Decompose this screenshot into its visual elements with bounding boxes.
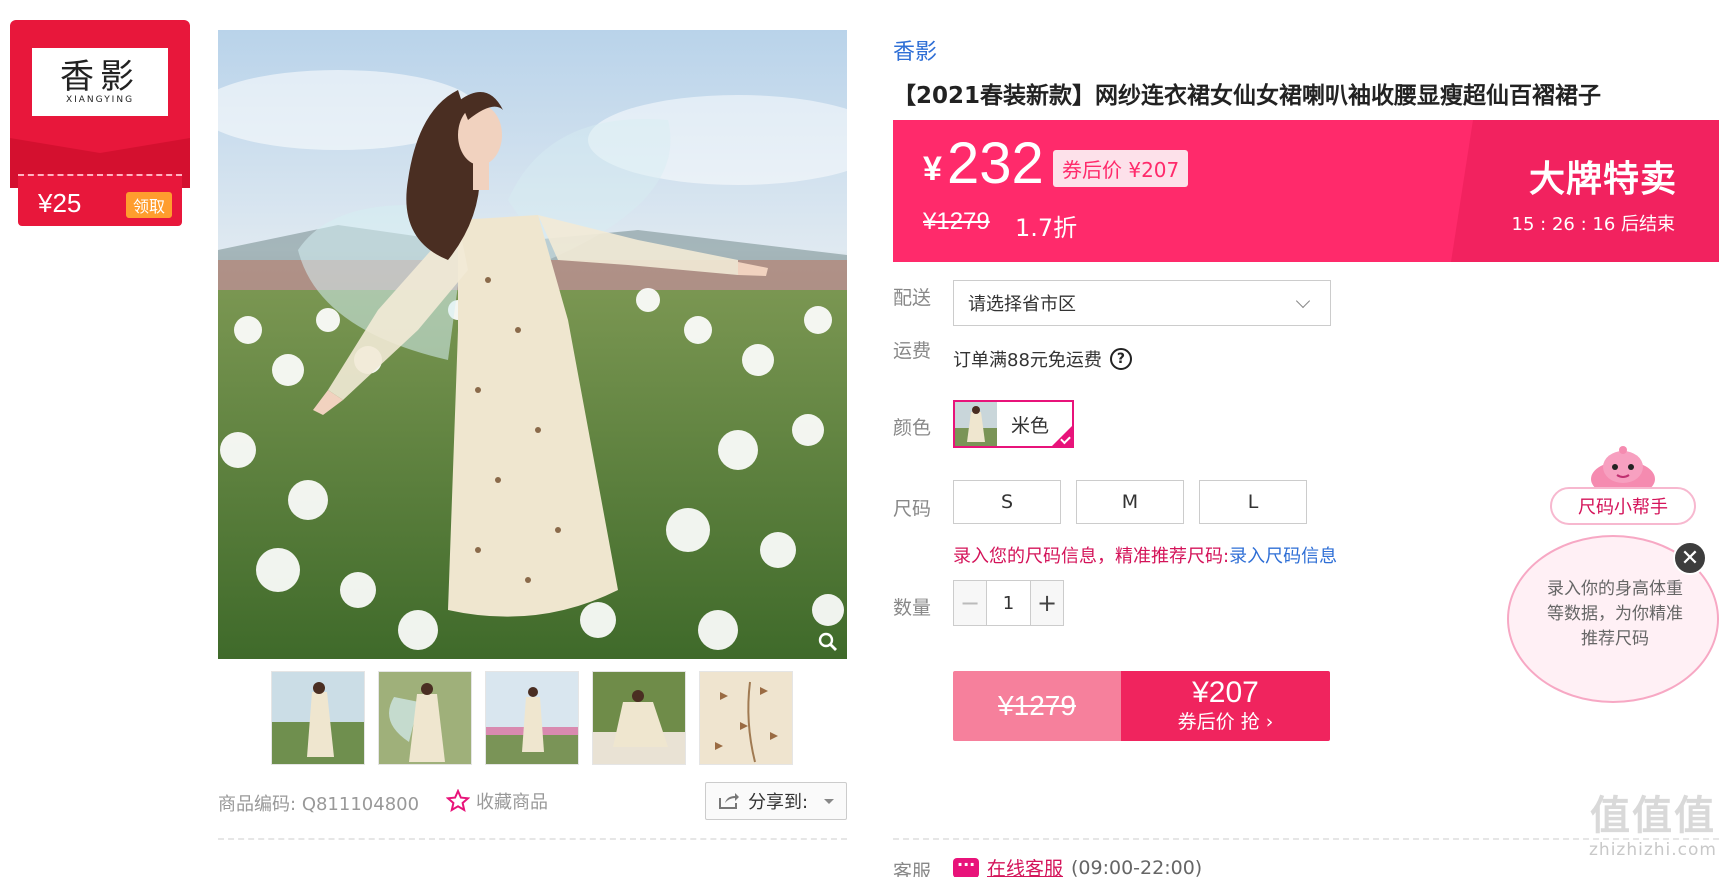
thumbnail-2[interactable]	[378, 671, 472, 765]
shop-coupon[interactable]: 香影 XIANGYING ¥25 领取	[10, 20, 190, 226]
brand-link[interactable]: 香影	[893, 34, 937, 66]
coupon-footer: ¥25 领取	[18, 174, 182, 226]
share-icon	[719, 793, 739, 809]
chat-icon	[953, 856, 979, 877]
sku-label: 商品编码:	[218, 794, 297, 815]
shipping-label: 配送	[893, 287, 932, 309]
divider	[218, 838, 847, 840]
original-price: ¥1279	[923, 208, 990, 235]
product-title: 【2021春装新款】网纱连衣裙女仙女裙喇叭袖收腰显瘦超仙百褶裙子	[893, 83, 1602, 109]
watermark-logo: 值值值	[1590, 793, 1716, 839]
share-label: 分享到:	[748, 792, 809, 813]
thumbnail-4[interactable]	[592, 671, 686, 765]
countdown-timer: 15 : 26 : 16 后结束	[1511, 214, 1675, 235]
product-photo	[218, 30, 847, 659]
price-banner: ¥ 232 券后价 ¥207 ¥1279 1.7折 大牌特卖 15 : 26 :…	[893, 120, 1719, 262]
sku-code: 商品编码: Q811104800	[218, 790, 419, 816]
help-icon[interactable]: ?	[1109, 348, 1132, 370]
size-helper-button[interactable]: 尺码小帮手	[1550, 487, 1696, 525]
thumbnail-1[interactable]	[271, 671, 365, 765]
chevron-down-icon	[824, 798, 835, 804]
buy-action-label: 券后价 抢 ›	[1177, 711, 1274, 733]
thumbnail-3[interactable]	[485, 671, 579, 765]
size-hint: 录入您的尺码信息，精准推荐尺码:录入尺码信息	[953, 542, 1337, 568]
site-watermark: 值值值 zhizhizhi.com	[1578, 792, 1728, 860]
color-option-label: 米色	[1011, 414, 1050, 437]
color-label: 颜色	[893, 417, 932, 439]
brand-logo-cn: 香影	[60, 57, 140, 97]
region-select[interactable]: 请选择省市区	[953, 280, 1331, 326]
freight-label: 运费	[893, 340, 932, 362]
buy-coupon-price: ¥207	[1192, 676, 1259, 709]
size-label: 尺码	[893, 498, 932, 520]
quantity-stepper: − 1 +	[953, 580, 1064, 626]
discount-rate: 1.7折	[1015, 214, 1078, 242]
enter-size-link[interactable]: 录入尺码信息	[1229, 546, 1337, 567]
product-main-image[interactable]	[218, 30, 847, 659]
size-helper-widget: 尺码小帮手 录入你的身高体重等数据，为你精准推荐尺码 ✕	[1503, 445, 1719, 707]
region-select-value: 请选择省市区	[968, 294, 1076, 315]
size-hint-text: 录入您的尺码信息，精准推荐尺码:	[953, 546, 1230, 567]
close-icon[interactable]: ✕	[1673, 541, 1707, 575]
freight-info: 订单满88元免运费 ?	[953, 346, 1132, 372]
watermark-url: zhizhizhi.com	[1589, 840, 1717, 860]
favorite-label: 收藏商品	[476, 792, 548, 813]
size-options: S M L	[953, 480, 1307, 524]
thumbnail-strip	[271, 671, 793, 765]
brand-logo-en: XIANGYING	[65, 95, 135, 105]
brand-logo: 香影 XIANGYING	[32, 48, 168, 116]
selected-check-icon	[1051, 425, 1072, 446]
sku-value: Q811104800	[301, 794, 420, 815]
share-dropdown[interactable]: 分享到:	[705, 782, 847, 820]
quantity-increase-button[interactable]: +	[1031, 581, 1063, 625]
coupon-claim-button[interactable]: 领取	[126, 192, 173, 218]
size-option-l[interactable]: L	[1199, 480, 1307, 524]
color-option-beige[interactable]: 米色	[953, 400, 1074, 448]
buy-button[interactable]: ¥1279 ¥207 券后价 抢 ›	[953, 671, 1330, 741]
coupon-price-badge: 券后价 ¥207	[1053, 150, 1189, 187]
buy-coupon-action[interactable]: ¥207 券后价 抢 ›	[1121, 671, 1330, 741]
buy-original-price: ¥1279	[953, 671, 1121, 741]
customer-service: 在线客服 (09:00-22:00)	[953, 854, 1202, 877]
online-service-link[interactable]: 在线客服	[987, 854, 1063, 877]
freight-text: 订单满88元免运费	[953, 350, 1102, 371]
quantity-input[interactable]: 1	[986, 581, 1031, 625]
size-option-m[interactable]: M	[1076, 480, 1184, 524]
service-label: 客服	[893, 861, 932, 877]
current-price: 232	[947, 131, 1044, 196]
thumbnail-5[interactable]	[699, 671, 793, 765]
size-helper-text: 录入你的身高体重等数据，为你精准推荐尺码	[1547, 579, 1683, 649]
star-icon	[446, 789, 470, 813]
product-meta-row: 商品编码: Q811104800 收藏商品 分享到:	[218, 782, 847, 822]
favorite-button[interactable]: 收藏商品	[446, 788, 548, 814]
quantity-label: 数量	[893, 597, 932, 619]
service-hours: (09:00-22:00)	[1071, 856, 1203, 877]
sale-title: 大牌特卖	[1528, 159, 1677, 200]
size-option-s[interactable]: S	[953, 480, 1061, 524]
color-swatch-image	[955, 402, 997, 446]
coupon-amount: ¥25	[38, 188, 82, 218]
chevron-down-icon	[1295, 293, 1311, 309]
zoom-icon[interactable]	[817, 631, 839, 653]
quantity-decrease-button[interactable]: −	[954, 581, 986, 625]
currency-symbol: ¥	[923, 150, 942, 188]
